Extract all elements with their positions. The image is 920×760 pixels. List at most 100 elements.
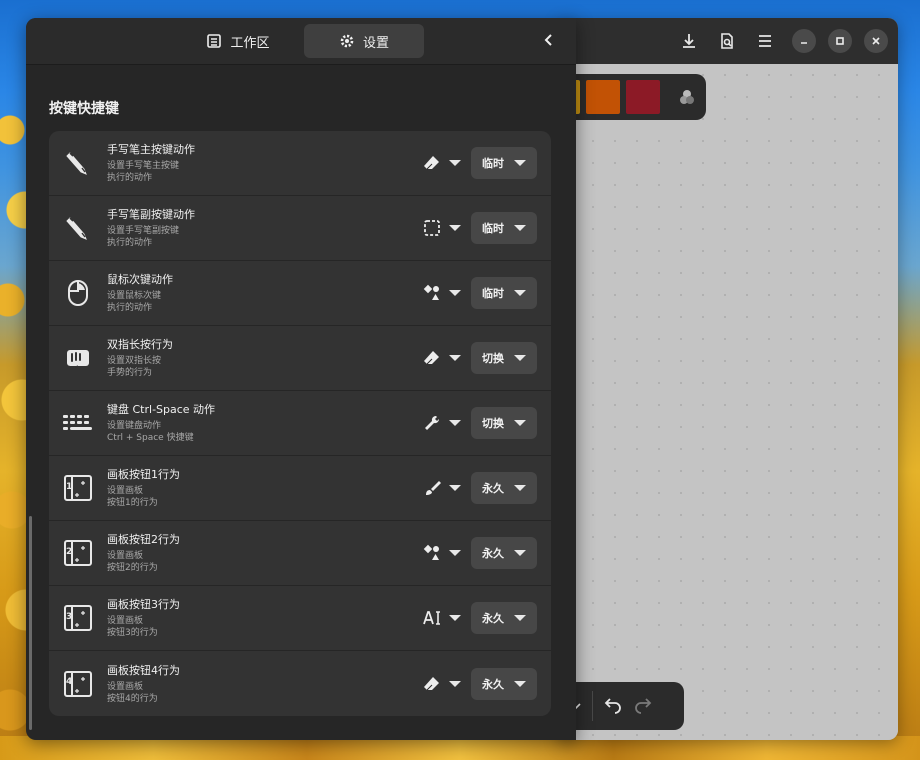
shortcut-row: 键盘 Ctrl-Space 动作 设置键盘动作 Ctrl + Space 快捷键 切换 (49, 391, 551, 456)
tool-dropdown[interactable] (423, 538, 467, 568)
text-tool-icon (423, 609, 441, 627)
shortcut-description: 设置画板 (107, 486, 144, 496)
shortcut-text: 手写笔副按键动作 设置手写笔副按键 执行的动作 (107, 207, 423, 249)
shortcut-row: 手写笔主按键动作 设置手写笔主按键 执行的动作 临时 (49, 131, 551, 196)
mode-label: 切换 (482, 352, 504, 365)
mode-dropdown[interactable]: 临时 (471, 277, 537, 309)
shortcut-title: 手写笔副按键动作 (107, 208, 195, 221)
caret-down-icon (449, 160, 461, 166)
caret-down-icon (449, 225, 461, 231)
drawing-canvas[interactable] (560, 64, 898, 740)
shortcut-title: 手写笔主按键动作 (107, 143, 195, 156)
mode-dropdown[interactable]: 切换 (471, 407, 537, 439)
shortcut-row: 鼠标次键动作 设置鼠标次键 执行的动作 临时 (49, 261, 551, 326)
shortcut-title: 画板按钮4行为 (107, 663, 180, 677)
mode-label: 永久 (482, 547, 504, 560)
caret-down-icon (449, 680, 461, 687)
caret-down-icon (449, 550, 461, 556)
app-window (560, 18, 898, 740)
mode-label: 永久 (482, 612, 504, 625)
shortcut-title: 画板按钮1行为 (107, 468, 180, 481)
export-page-icon[interactable] (712, 26, 742, 56)
tool-dropdown[interactable] (423, 148, 467, 178)
color-swatch[interactable] (626, 80, 660, 114)
caret-down-icon (449, 615, 461, 621)
mode-label: 永久 (482, 482, 504, 495)
shortcut-description: 手势的行为 (107, 368, 153, 378)
bottom-toolbar (560, 682, 684, 730)
color-palette (560, 74, 706, 120)
shortcut-description: 设置双指长按 (107, 356, 162, 366)
menu-icon[interactable] (750, 26, 780, 56)
gear-icon (339, 33, 355, 49)
tab-settings[interactable]: 设置 (304, 24, 424, 58)
maximize-icon[interactable] (828, 29, 852, 53)
mode-dropdown[interactable]: 临时 (471, 147, 537, 179)
selection-icon (423, 219, 441, 237)
color-swatch[interactable] (586, 80, 620, 114)
tab-label: 设置 (362, 35, 389, 51)
shortcut-description: 执行的动作 (107, 173, 153, 183)
tool-dropdown[interactable] (423, 278, 467, 308)
header-divider (26, 64, 576, 65)
chevron-left-icon (542, 32, 556, 51)
tool-dropdown[interactable] (423, 213, 467, 243)
caret-down-icon (449, 485, 461, 491)
tablet-button-icon: 2 (49, 521, 107, 586)
shapes-icon (423, 284, 441, 302)
mode-dropdown[interactable]: 永久 (471, 667, 537, 700)
shortcut-description: 按钮4的行为 (107, 693, 158, 704)
tab-workspace[interactable]: 工作区 (178, 24, 298, 58)
shortcut-description: 设置键盘动作 (107, 421, 162, 431)
undo-icon[interactable] (603, 694, 623, 718)
shortcut-text: 鼠标次键动作 设置鼠标次键 执行的动作 (107, 272, 423, 314)
mode-dropdown[interactable]: 永久 (471, 472, 537, 504)
shapes-icon (423, 544, 441, 562)
shortcut-text: 画板按钮4行为 设置画板 按钮4的行为 (107, 663, 423, 705)
eraser-icon (423, 349, 441, 367)
scrollbar[interactable] (29, 516, 32, 730)
redo-icon[interactable] (633, 694, 653, 718)
tablet-button-number: 3 (66, 611, 73, 622)
shortcut-title: 键盘 Ctrl-Space 动作 (107, 403, 216, 416)
shortcut-text: 手写笔主按键动作 设置手写笔主按键 执行的动作 (107, 142, 423, 184)
tool-dropdown[interactable] (423, 669, 467, 699)
eraser-icon (423, 154, 441, 172)
shortcut-description: 执行的动作 (107, 238, 153, 248)
caret-down-icon (514, 420, 526, 426)
eraser-icon (423, 675, 441, 693)
sidebar-header: 工作区 设置 (26, 18, 576, 64)
app-header-bar (560, 18, 898, 64)
mode-label: 临时 (482, 157, 504, 170)
mode-dropdown[interactable]: 切换 (471, 342, 537, 374)
stylus-icon (49, 196, 107, 261)
color-picker-icon[interactable] (672, 82, 702, 112)
download-icon[interactable] (674, 26, 704, 56)
mode-dropdown[interactable]: 临时 (471, 212, 537, 244)
tool-dropdown[interactable] (423, 408, 467, 438)
tool-dropdown[interactable] (423, 473, 467, 503)
close-icon[interactable] (864, 29, 888, 53)
caret-down-icon (449, 355, 461, 361)
shortcut-text: 画板按钮1行为 设置画板 按钮1的行为 (107, 467, 423, 509)
tablet-button-number: 1 (66, 481, 73, 492)
mode-dropdown[interactable]: 永久 (471, 602, 537, 634)
tool-dropdown[interactable] (423, 343, 467, 373)
brush-icon (423, 479, 441, 497)
mode-label: 临时 (482, 222, 504, 235)
shortcut-description: 执行的动作 (107, 303, 153, 313)
shortcut-title: 画板按钮2行为 (107, 533, 180, 546)
mode-label: 切换 (482, 417, 504, 430)
minimize-icon[interactable] (792, 29, 816, 53)
stylus-icon (49, 131, 107, 196)
collapse-sidebar-button[interactable] (534, 26, 564, 56)
settings-sidebar: 工作区 设置 按键快捷键 手写笔主按键动作 设置手写笔主按键 执行的动作 临时 手写笔副… (26, 18, 576, 740)
caret-down-icon (514, 290, 526, 296)
shortcut-description: Ctrl + Space 快捷键 (107, 433, 194, 443)
tool-dropdown[interactable] (423, 603, 467, 633)
tab-label: 工作区 (230, 35, 270, 51)
shortcut-title: 双指长按行为 (107, 338, 173, 351)
mode-dropdown[interactable]: 永久 (471, 537, 537, 569)
tablet-button-icon: 3 (49, 586, 107, 651)
section-title: 按键快捷键 (49, 101, 119, 117)
